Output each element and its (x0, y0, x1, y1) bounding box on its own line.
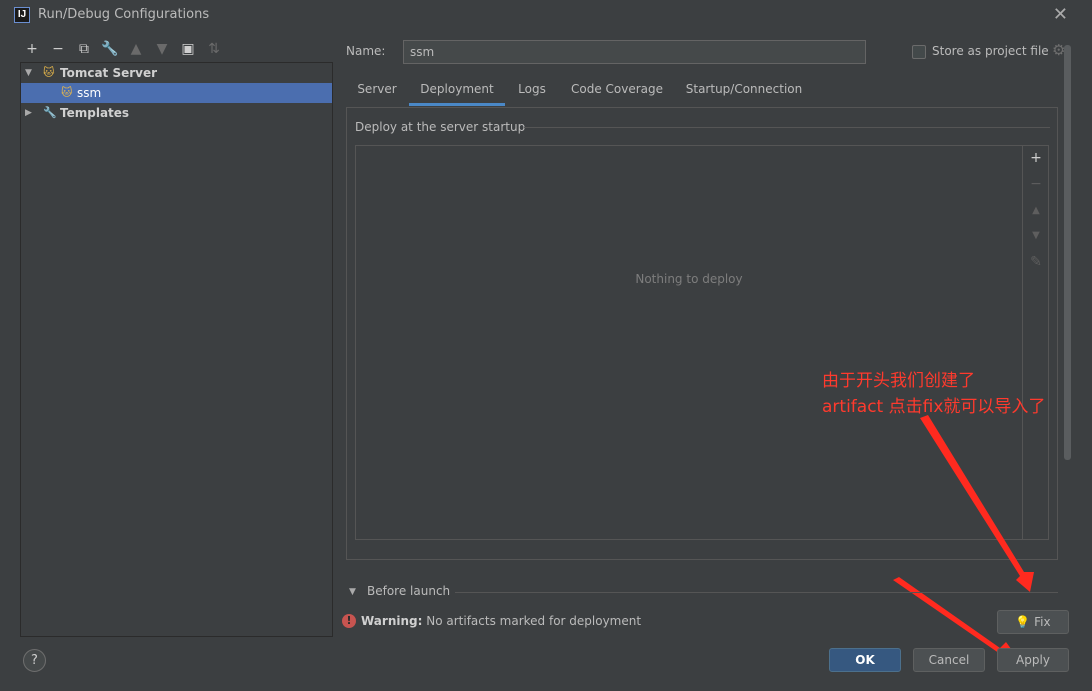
annotation-arrows (893, 415, 1034, 672)
apply-button[interactable]: Apply (997, 648, 1069, 672)
bulb-icon: 💡 (1015, 615, 1031, 629)
before-launch-label[interactable]: Before launch (367, 584, 450, 598)
warning-message: Warning: No artifacts marked for deploym… (361, 614, 641, 628)
annotation-arrow-fix (920, 415, 1034, 592)
divider (455, 592, 1058, 593)
help-button[interactable]: ? (23, 649, 46, 672)
warning-strong: Warning: (361, 614, 423, 628)
before-launch-arrow-icon[interactable]: ▼ (349, 587, 356, 597)
cancel-button[interactable]: Cancel (913, 648, 985, 672)
ok-button[interactable]: OK (829, 648, 901, 672)
warning-icon: ! (342, 614, 356, 628)
fix-button-label: Fix (1034, 615, 1051, 629)
warning-text: No artifacts marked for deployment (426, 614, 642, 628)
fix-button[interactable]: 💡 Fix (997, 610, 1069, 634)
